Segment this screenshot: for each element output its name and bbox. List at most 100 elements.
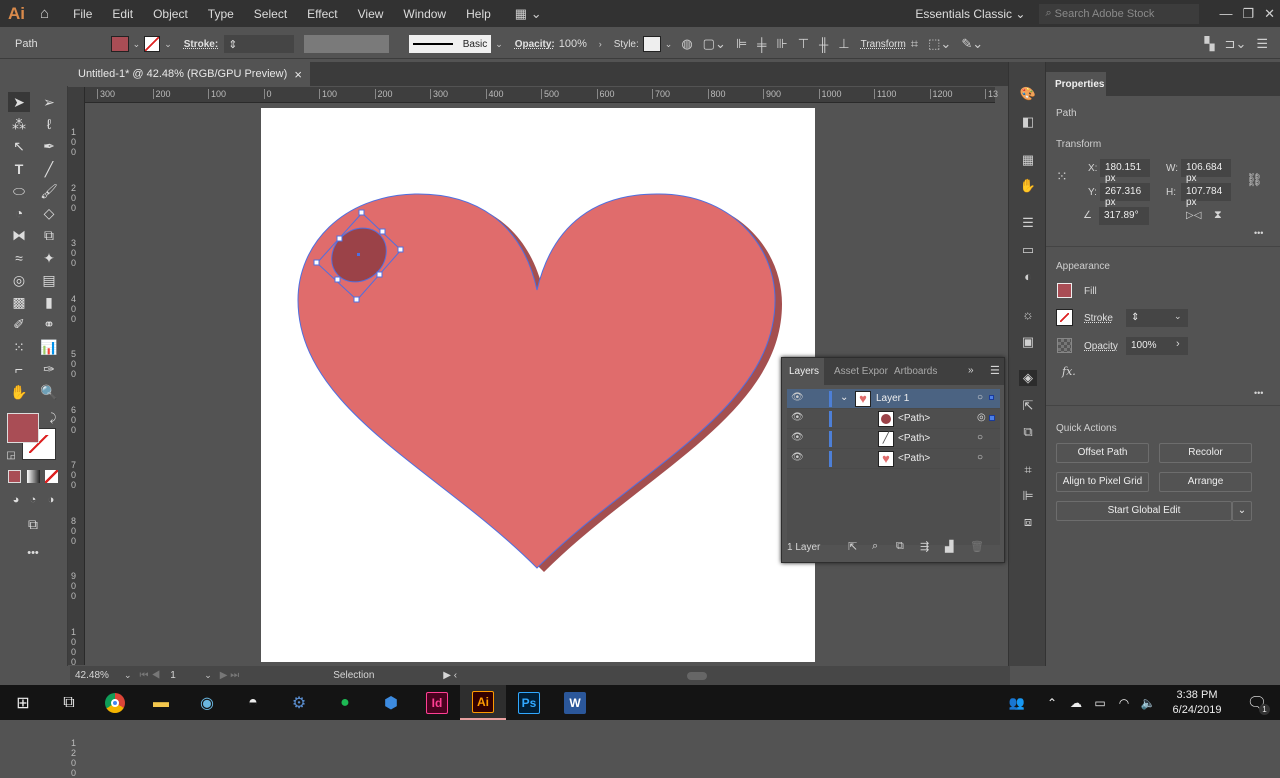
file-explorer-icon[interactable]: ▬ xyxy=(138,685,184,720)
paintbrush-tool[interactable]: 🖌 xyxy=(38,181,60,201)
global-edit-dropdown[interactable]: ⌄ xyxy=(1232,501,1252,521)
layer-name[interactable]: <Path> xyxy=(898,413,930,424)
align-bottom-icon[interactable]: ⊥ xyxy=(838,36,849,52)
align-left-icon[interactable]: ⊫ xyxy=(736,36,747,52)
libraries-icon[interactable]: ◧ xyxy=(1019,114,1037,130)
zoom-tool[interactable]: 🔍 xyxy=(38,382,60,402)
home-icon[interactable]: ⌂ xyxy=(40,5,49,22)
spotify-icon[interactable]: ● xyxy=(322,685,368,720)
hand-tool[interactable]: ✋ xyxy=(8,382,30,402)
menu-help[interactable]: Help xyxy=(456,7,501,21)
layer-row[interactable]: 👁 <Path> ◎ xyxy=(787,409,1000,429)
lasso-tool[interactable]: ℓ xyxy=(38,114,60,134)
delete-layer-icon[interactable]: 🗑 xyxy=(970,540,984,553)
align-panel-icon[interactable]: ⊫ xyxy=(1019,488,1037,504)
symbol-sprayer-tool[interactable]: ⁙ xyxy=(8,337,30,357)
horizontal-ruler[interactable]: 300 200 100 0 100 200 300 400 500 600 700 800 900 100… xyxy=(85,87,998,103)
reference-point-icon[interactable]: ⁙ xyxy=(1056,168,1068,185)
color-icon[interactable]: 🎨 xyxy=(1019,86,1037,102)
stroke-none-swatch[interactable] xyxy=(144,36,161,52)
target-icon[interactable]: ○ xyxy=(977,432,983,443)
zoom-level[interactable]: 42.48% xyxy=(70,670,120,681)
warp-tool[interactable]: ≈ xyxy=(8,248,30,268)
stroke-label[interactable]: Stroke: xyxy=(184,39,218,50)
new-sublayer-icon[interactable]: ⇶ xyxy=(920,540,929,553)
layer-row[interactable]: 👁 ⌄ ♥ Layer 1 ○ xyxy=(787,389,1000,409)
puppet-warp-tool[interactable]: ✦ xyxy=(38,248,60,268)
word-icon[interactable]: W xyxy=(552,685,598,720)
export-icon[interactable]: ⇱ xyxy=(1019,398,1037,414)
clock[interactable]: 3:38 PM 6/24/2019 xyxy=(1160,688,1234,718)
tab-layers[interactable]: Layers xyxy=(782,358,824,385)
current-tool[interactable]: Selection xyxy=(333,670,433,681)
status-arrow[interactable]: ▶ ‹ xyxy=(443,670,457,681)
workspace-switcher[interactable]: Essentials Classic ⌄ xyxy=(915,7,1025,21)
layer-name[interactable]: <Path> xyxy=(898,453,930,464)
menu-view[interactable]: View xyxy=(348,7,394,21)
eraser-tool[interactable]: ◇ xyxy=(38,203,60,223)
opacity-arrow[interactable]: › xyxy=(1176,338,1180,350)
wifi-icon[interactable]: ◠ xyxy=(1112,685,1136,720)
menu-file[interactable]: File xyxy=(63,7,102,21)
perspective-grid-tool[interactable]: ▤ xyxy=(38,270,60,290)
pen-tool-anchor[interactable]: ↖ xyxy=(8,136,30,156)
align-right-icon[interactable]: ⊪ xyxy=(776,36,787,52)
x-field[interactable]: 180.151 px xyxy=(1100,159,1150,184)
layer-name[interactable]: <Path> xyxy=(898,433,930,444)
recolor-button[interactable]: Recolor xyxy=(1159,443,1252,463)
panel-menu-icon[interactable]: ☰ xyxy=(990,364,1000,377)
menu-effect[interactable]: Effect xyxy=(297,7,347,21)
blend-tool[interactable]: ⚭ xyxy=(38,314,60,334)
target-icon[interactable]: ○ xyxy=(977,452,983,463)
style-dropdown[interactable]: ⌄ xyxy=(665,39,673,50)
visibility-eye-icon[interactable]: 👁 xyxy=(791,392,804,403)
horizontal-scrollbar[interactable] xyxy=(687,671,708,680)
photoshop-icon[interactable]: Ps xyxy=(506,685,552,720)
reflect-tool[interactable]: ⧓ xyxy=(8,225,30,245)
graphic-styles-icon[interactable]: ▣ xyxy=(1019,334,1037,350)
offset-path-button[interactable]: Offset Path xyxy=(1056,443,1149,463)
layer-row[interactable]: 👁 ♥ <Path> ○ xyxy=(787,449,1000,469)
search-stock[interactable]: ⌕ Search Adobe Stock xyxy=(1039,3,1200,24)
visibility-eye-icon[interactable]: 👁 xyxy=(791,412,804,423)
start-button[interactable]: ⊞ xyxy=(0,685,46,720)
chrome-icon[interactable] xyxy=(92,685,138,720)
menu-type[interactable]: Type xyxy=(198,7,244,21)
maximize-button[interactable]: ❐ xyxy=(1242,6,1254,22)
column-graph-tool[interactable]: 📊 xyxy=(38,337,60,357)
people-icon[interactable]: 👥 xyxy=(994,685,1040,720)
tab-properties[interactable]: Properties xyxy=(1046,72,1106,96)
brush-dropdown[interactable]: ⌄ xyxy=(495,39,503,50)
visibility-eye-icon[interactable]: 👁 xyxy=(791,432,804,443)
notifications-icon[interactable]: 🗨 1 xyxy=(1234,685,1280,720)
transparency-icon[interactable]: ◐ xyxy=(1019,269,1037,284)
selection-tool[interactable]: ➤ xyxy=(8,92,30,112)
appearance-stroke-swatch[interactable] xyxy=(1056,309,1073,326)
align-vcenter-icon[interactable]: ╫ xyxy=(819,37,828,52)
scale-tool[interactable]: ⧉ xyxy=(38,225,60,245)
screen-mode-icon[interactable]: ⧉ xyxy=(22,514,44,534)
app-cube-icon[interactable]: ⬢ xyxy=(368,685,414,720)
h-field[interactable]: 107.784 px xyxy=(1181,183,1231,208)
show-hidden-icons[interactable]: ⌃ xyxy=(1040,685,1064,720)
variable-width-profile[interactable] xyxy=(304,35,390,53)
brush-definition[interactable]: Basic xyxy=(409,35,492,53)
tab-artboards[interactable]: Artboards xyxy=(894,366,937,377)
mesh-tool[interactable]: ▩ xyxy=(8,292,30,312)
artboard-tool[interactable]: ⌐ xyxy=(8,359,30,379)
opacity-arrow[interactable]: › xyxy=(599,39,602,49)
appearance-fill-swatch[interactable] xyxy=(1057,283,1072,298)
minimize-button[interactable]: — xyxy=(1219,6,1232,21)
gradient-panel-icon[interactable]: ▭ xyxy=(1019,242,1037,258)
arrange-button[interactable]: Arrange xyxy=(1159,472,1252,492)
appearance-icon[interactable]: ☼ xyxy=(1019,307,1037,322)
style-swatch[interactable] xyxy=(642,36,661,52)
document-tab[interactable]: Untitled-1* @ 42.48% (RGB/GPU Preview) × xyxy=(70,62,310,86)
panel-menu-icon[interactable]: ☰ xyxy=(1256,36,1268,52)
artboard-dropdown[interactable]: ⌄ xyxy=(204,670,212,681)
new-layer-icon[interactable]: ▟ xyxy=(945,540,953,553)
constrain-proportions-icon[interactable]: ⛓ xyxy=(1246,172,1263,188)
swap-colors-icon[interactable]: ⤸ xyxy=(42,408,64,428)
edit-toolbar-icon[interactable]: ••• xyxy=(22,543,44,563)
flip-vertical-icon[interactable]: ⧗ xyxy=(1214,209,1222,222)
